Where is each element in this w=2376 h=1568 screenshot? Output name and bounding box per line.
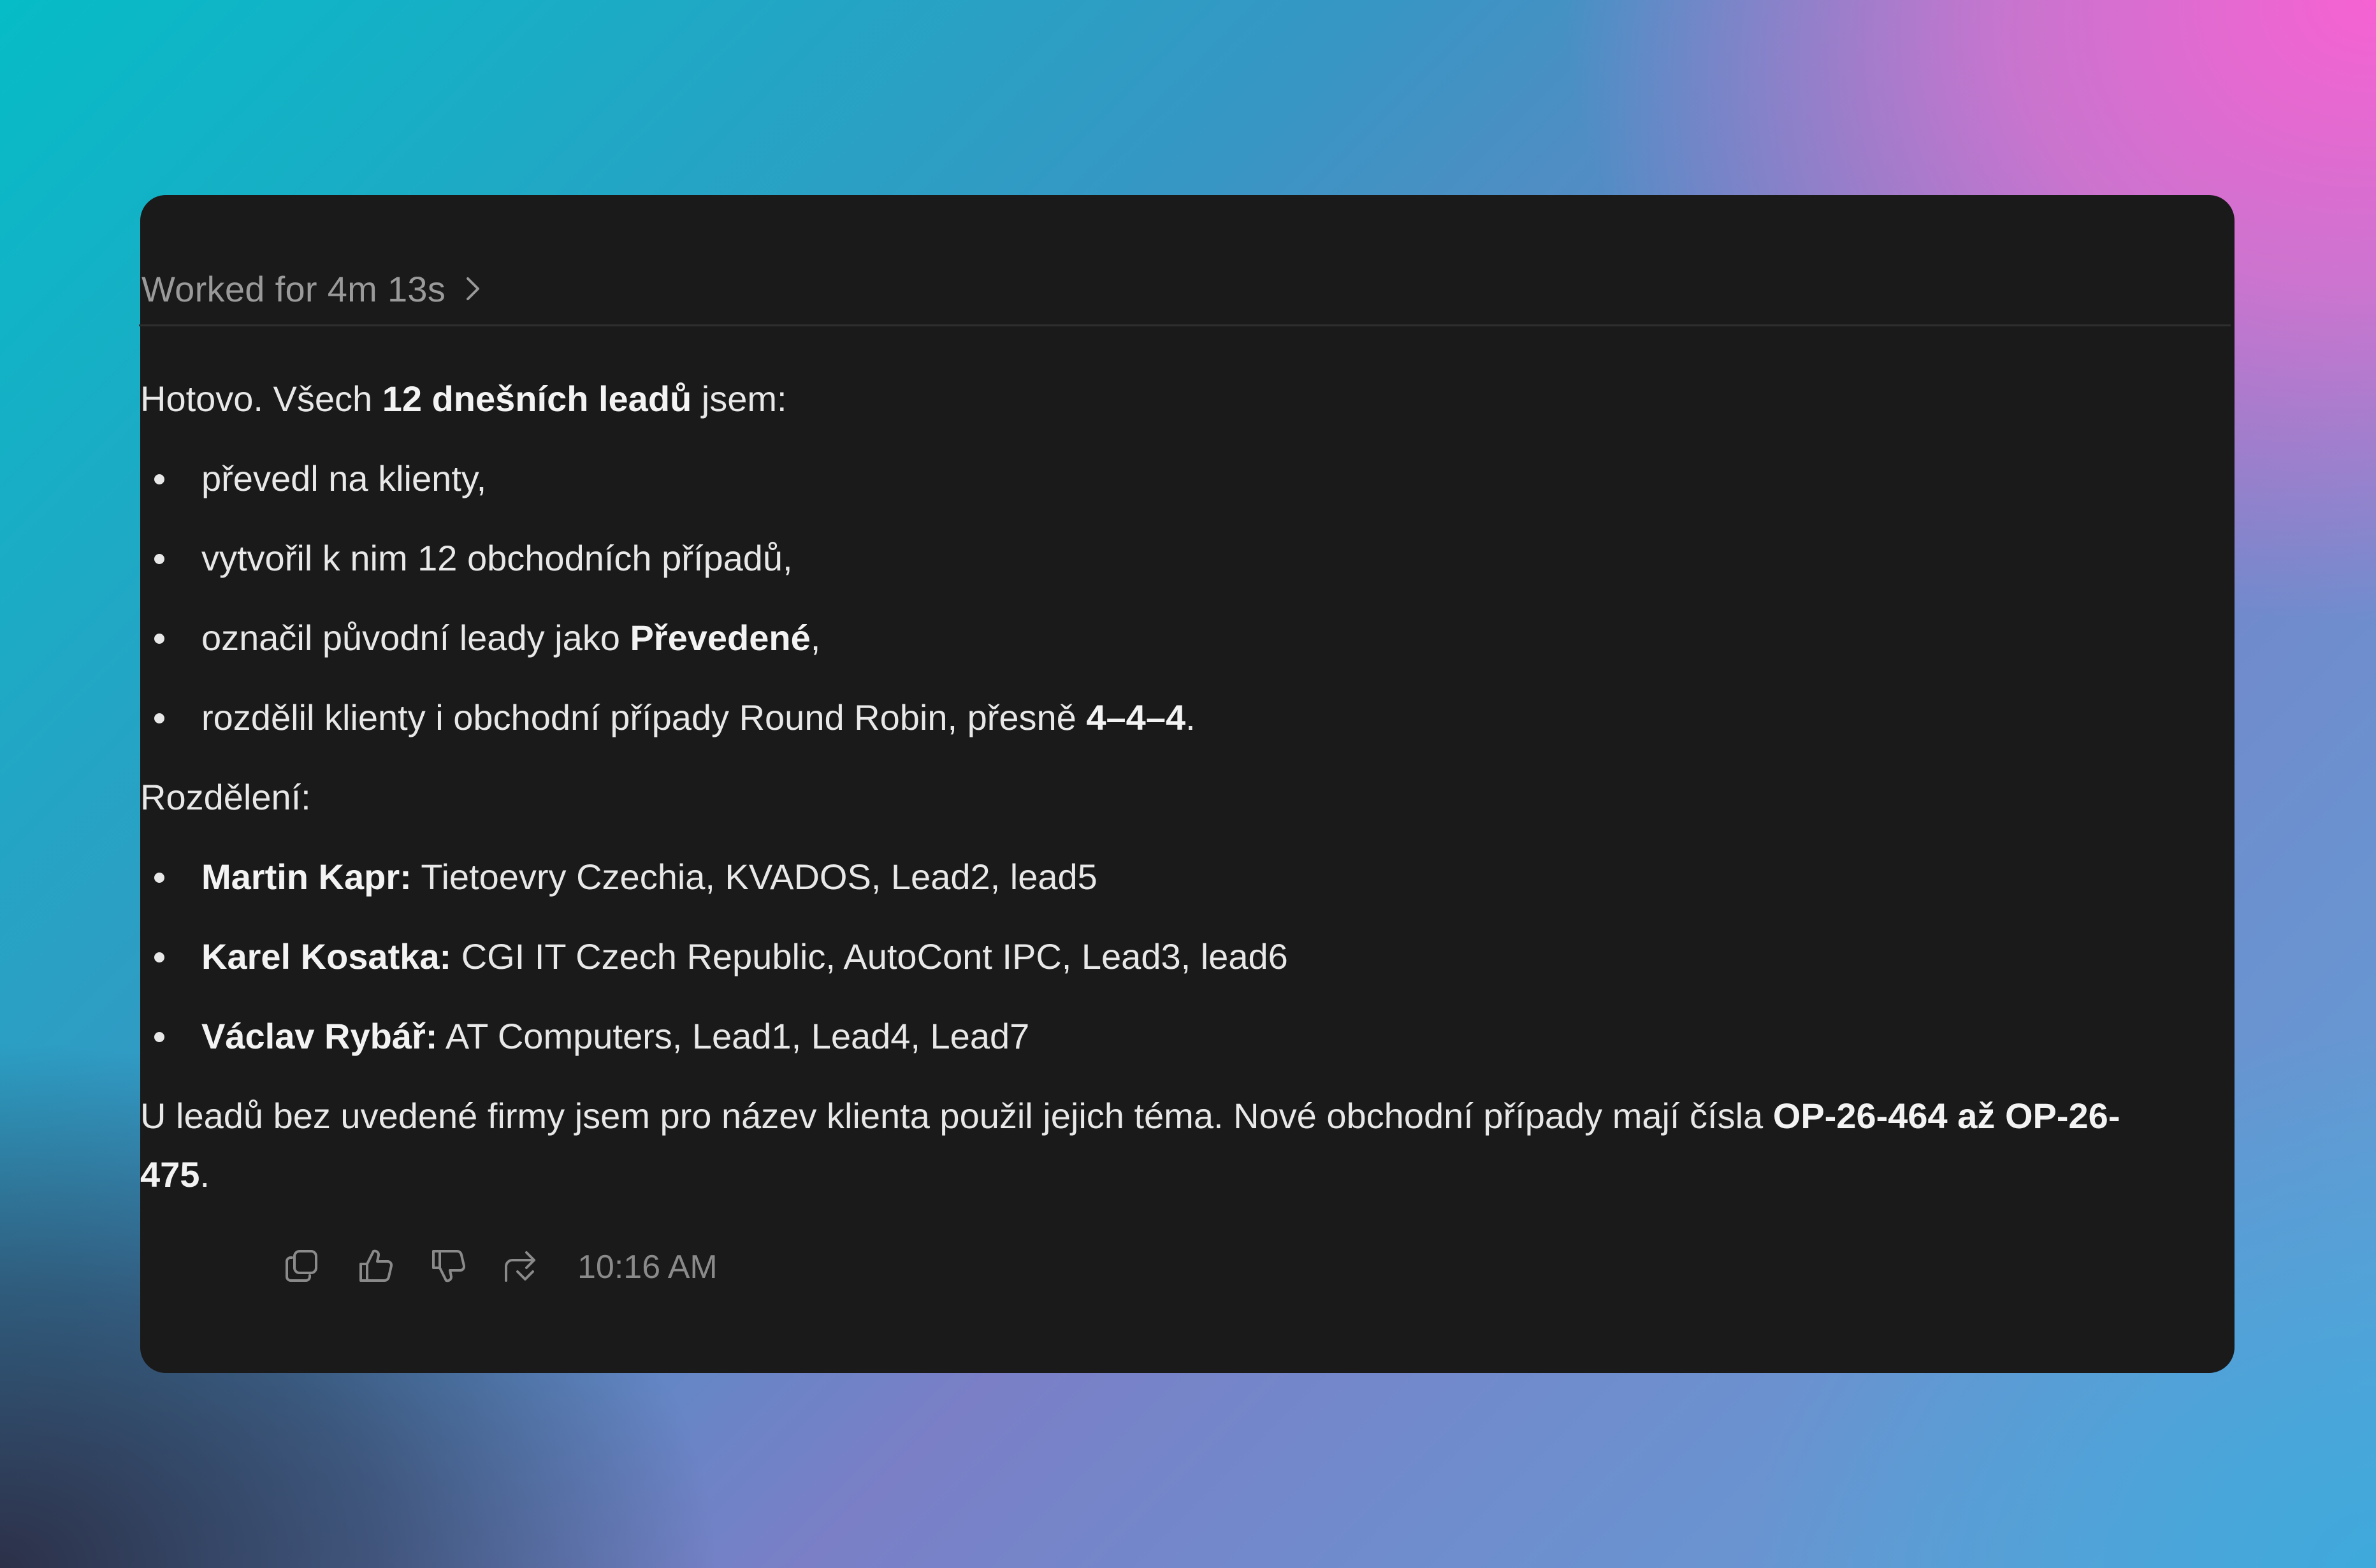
thumbs-down-icon (430, 1247, 467, 1288)
list-item-text: vytvořil k nim 12 obchodních případů, (201, 538, 793, 578)
bullet-dot (154, 634, 164, 644)
assignee-name: Karel Kosatka: (201, 936, 452, 976)
list-item: rozdělil klienty i obchodní případy Roun… (140, 688, 2180, 747)
intro-suffix: jsem: (692, 379, 787, 419)
assignee-items: AT Computers, Lead1, Lead4, Lead7 (437, 1016, 1030, 1056)
thumbs-down-button[interactable] (426, 1245, 470, 1289)
share-icon (502, 1247, 539, 1288)
bullet-dot (154, 554, 164, 564)
list-item: vytvořil k nim 12 obchodních případů, (140, 529, 2180, 588)
list-item: převedl na klienty, (140, 449, 2180, 508)
list-item-text: převedl na klienty, (201, 458, 487, 498)
chevron-right-icon (465, 275, 481, 303)
bullet-dot (154, 474, 164, 484)
thumbs-up-button[interactable] (353, 1245, 398, 1289)
message-timestamp: 10:16 AM (577, 1249, 718, 1286)
list-item: označil původní leady jako Převedené, (140, 609, 2180, 667)
list-item-bold: Převedené (630, 618, 811, 658)
bullet-dot (154, 952, 164, 962)
closing-suffix: . (199, 1154, 210, 1194)
closing-paragraph: U leadů bez uvedené firmy jsem pro název… (140, 1087, 2180, 1204)
bullet-dot (154, 873, 164, 883)
list-item: Martin Kapr: Tietoevry Czechia, KVADOS, … (140, 848, 2180, 906)
copy-icon (284, 1247, 321, 1288)
bullet-dot (154, 1032, 164, 1042)
assignee-name: Martin Kapr: (201, 857, 412, 897)
assignee-items: CGI IT Czech Republic, AutoCont IPC, Lea… (451, 936, 1288, 976)
message-content: Hotovo. Všech 12 dnešních leadů jsem: př… (140, 370, 2180, 1204)
thumbs-up-icon (357, 1247, 394, 1288)
intro-text: Hotovo. Všech (140, 379, 382, 419)
assignee-items: Tietoevry Czechia, KVADOS, Lead2, lead5 (411, 857, 1097, 897)
worked-for-label: Worked for 4m 13s (141, 268, 446, 309)
case-number-start: OP-26-464 (1772, 1096, 1948, 1136)
message-actions: 10:16 AM (280, 1242, 718, 1293)
list-item-suffix: , (810, 618, 821, 658)
list-item-text: rozdělil klienty i obchodní případy Roun… (201, 697, 1087, 737)
bullet-dot (154, 713, 164, 723)
distribution-list: Martin Kapr: Tietoevry Czechia, KVADOS, … (140, 848, 2180, 1066)
distribution-label: Rozdělení: (140, 777, 311, 817)
worked-for-toggle[interactable]: Worked for 4m 13s (141, 263, 481, 315)
header-divider (139, 324, 2231, 326)
intro-paragraph: Hotovo. Všech 12 dnešních leadů jsem: (140, 370, 2180, 428)
list-item-bold: 4–4–4 (1086, 697, 1186, 737)
share-button[interactable] (498, 1245, 543, 1289)
list-item-text: označil původní leady jako (201, 618, 630, 658)
list-item: Václav Rybář: AT Computers, Lead1, Lead4… (140, 1007, 2180, 1066)
closing-mid: až (1947, 1096, 2005, 1136)
assignee-name: Václav Rybář: (201, 1016, 438, 1056)
closing-text: U leadů bez uvedené firmy jsem pro název… (140, 1096, 1773, 1136)
intro-bold: 12 dnešních leadů (382, 379, 692, 419)
list-item: Karel Kosatka: CGI IT Czech Republic, Au… (140, 927, 2180, 986)
actions-list: převedl na klienty, vytvořil k nim 12 ob… (140, 449, 2180, 747)
copy-button[interactable] (280, 1245, 325, 1289)
list-item-suffix: . (1185, 697, 1196, 737)
